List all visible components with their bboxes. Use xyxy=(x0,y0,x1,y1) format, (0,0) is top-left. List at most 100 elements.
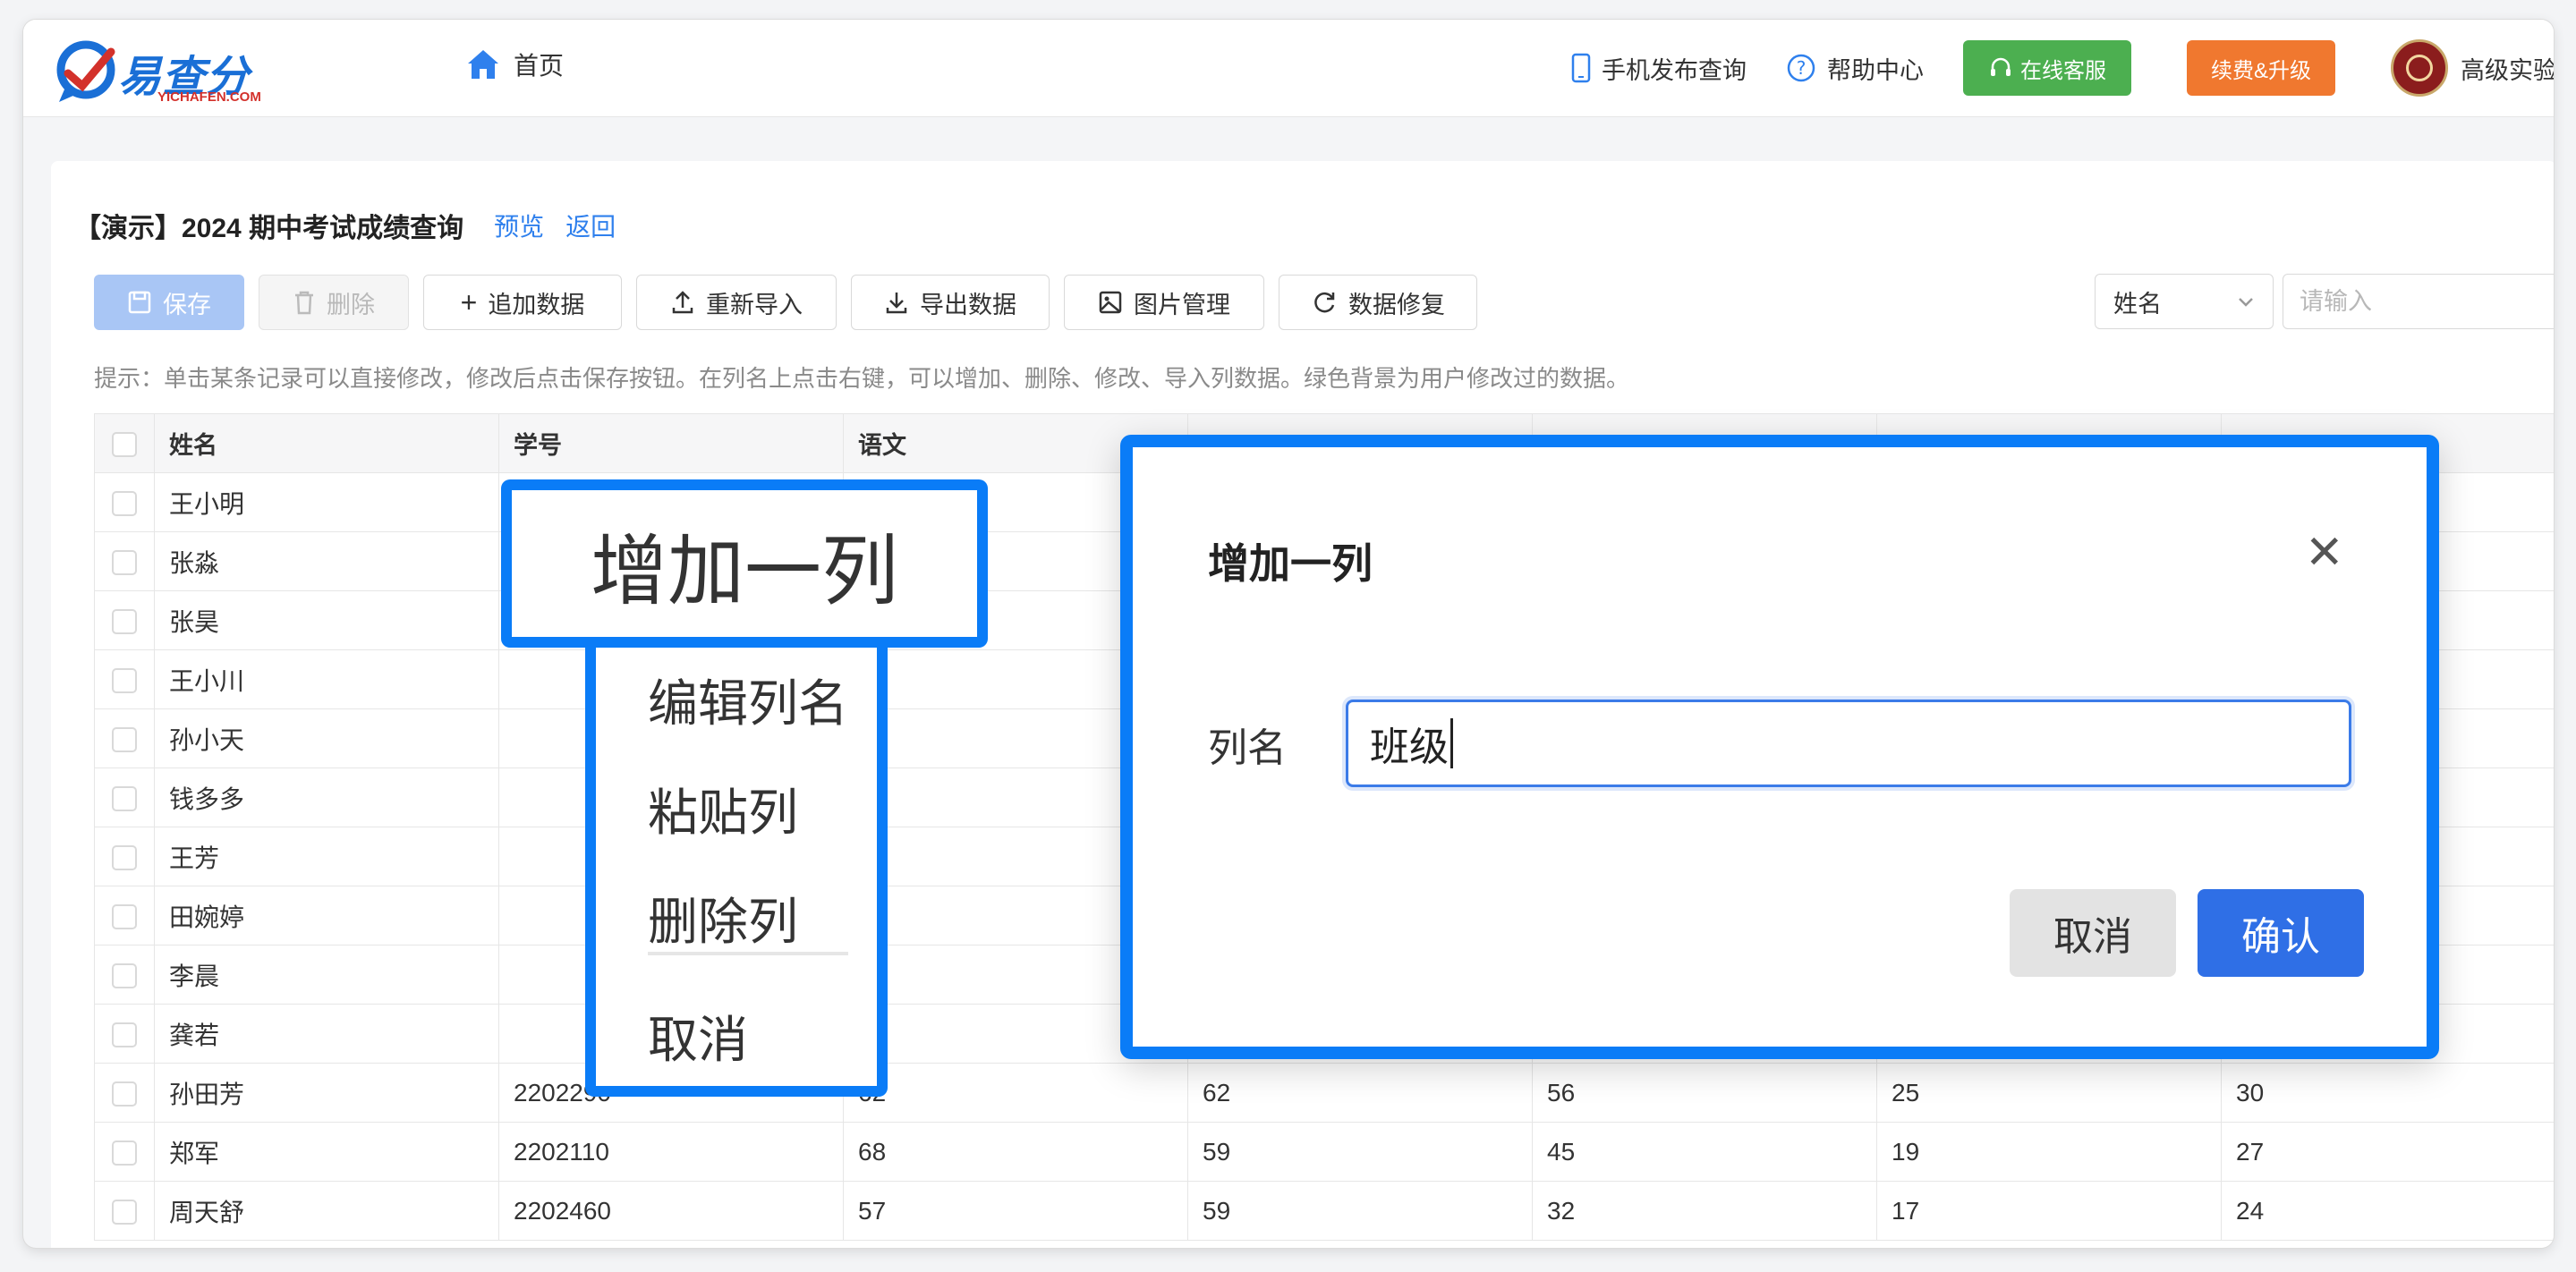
append-data-button[interactable]: + 追加数据 xyxy=(423,275,622,330)
table-cell[interactable]: 李晨 xyxy=(154,945,499,1005)
table-cell[interactable]: 27 xyxy=(2221,1122,2554,1182)
data-repair-button[interactable]: 数据修复 xyxy=(1279,275,1477,330)
row-select-cell xyxy=(94,1181,155,1241)
table-cell[interactable]: 田婉婷 xyxy=(154,886,499,946)
export-data-button[interactable]: 导出数据 xyxy=(851,275,1050,330)
table-cell[interactable]: 王芳 xyxy=(154,827,499,886)
table-cell[interactable]: 张淼 xyxy=(154,531,499,591)
row-checkbox[interactable] xyxy=(112,609,137,635)
table-row[interactable]: 孙田芳22022906262562530 xyxy=(94,1063,2554,1123)
column-header[interactable]: 学号 xyxy=(498,413,844,473)
close-icon[interactable]: ✕ xyxy=(2305,530,2344,576)
menu-item-edit-column[interactable]: 编辑列名 xyxy=(648,664,848,736)
row-select-cell xyxy=(94,708,155,768)
table-cell[interactable]: 57 xyxy=(843,1181,1188,1241)
row-select-cell xyxy=(94,531,155,591)
table-cell[interactable]: 68 xyxy=(843,1122,1188,1182)
table-cell[interactable]: 张昊 xyxy=(154,590,499,650)
text-caret xyxy=(1450,718,1453,768)
reimport-button[interactable]: 重新导入 xyxy=(636,275,837,330)
top-bar: 易查分 YICHAFEN.COM 首页 手机发布查询 ? 帮助中心 在线客服 续… xyxy=(23,20,2554,117)
preview-link[interactable]: 预览 xyxy=(494,208,544,243)
help-center-link[interactable]: ? 帮助中心 xyxy=(1786,51,1924,86)
row-checkbox[interactable] xyxy=(112,550,137,576)
site-logo[interactable]: 易查分 YICHAFEN.COM xyxy=(55,36,261,107)
row-checkbox[interactable] xyxy=(112,727,137,753)
table-cell[interactable]: 19 xyxy=(1876,1122,2222,1182)
row-checkbox[interactable] xyxy=(112,904,137,930)
renew-upgrade-label: 续费&升级 xyxy=(2210,58,2311,83)
row-checkbox[interactable] xyxy=(112,1141,137,1166)
table-cell[interactable]: 30 xyxy=(2221,1063,2554,1123)
home-icon xyxy=(468,50,498,79)
row-select-cell xyxy=(94,1122,155,1182)
table-cell[interactable]: 56 xyxy=(1532,1063,1877,1123)
table-cell[interactable]: 周天舒 xyxy=(154,1181,499,1241)
select-all-cell xyxy=(94,413,155,473)
online-service-button[interactable]: 在线客服 xyxy=(1963,40,2131,96)
search-field-select[interactable]: 姓名 xyxy=(2095,274,2274,329)
table-cell[interactable]: 孙田芳 xyxy=(154,1063,499,1123)
nav-home[interactable]: 首页 xyxy=(465,47,564,82)
table-cell[interactable]: 2202110 xyxy=(498,1122,844,1182)
table-cell[interactable]: 17 xyxy=(1876,1181,2222,1241)
confirm-button[interactable]: 确认 xyxy=(2198,889,2364,977)
table-cell[interactable]: 45 xyxy=(1532,1122,1877,1182)
table-row[interactable]: 郑军 2202110 68 59 45 19 27 xyxy=(94,1122,2554,1182)
table-cell[interactable]: 32 xyxy=(1532,1181,1877,1241)
column-header[interactable]: 姓名 xyxy=(154,413,499,473)
search-input[interactable] xyxy=(2283,274,2554,329)
table-cell[interactable]: 2202460 xyxy=(498,1181,844,1241)
header-actions: 手机发布查询 ? 帮助中心 在线客服 续费&升级 高级实验 xyxy=(1571,20,2554,116)
mobile-publish-link[interactable]: 手机发布查询 xyxy=(1571,51,1747,86)
reimport-label: 重新导入 xyxy=(706,291,803,318)
user-menu[interactable]: 高级实验中 xyxy=(2391,39,2554,97)
image-manage-button[interactable]: 图片管理 xyxy=(1064,275,1264,330)
image-manage-label: 图片管理 xyxy=(1134,291,1230,318)
phone-icon xyxy=(1571,53,1591,83)
row-checkbox[interactable] xyxy=(112,1022,137,1048)
table-cell[interactable]: 郑军 xyxy=(154,1122,499,1182)
row-checkbox[interactable] xyxy=(112,845,137,871)
column-name-value: 班级 xyxy=(1370,725,1449,769)
menu-item-delete-column[interactable]: 删除列 xyxy=(648,882,798,954)
table-cell[interactable]: 62 xyxy=(843,1063,1188,1123)
confirm-label: 确认 xyxy=(2241,915,2320,959)
avatar xyxy=(2391,39,2448,97)
headset-icon xyxy=(1991,57,2011,76)
save-label: 保存 xyxy=(163,291,211,318)
upload-icon xyxy=(672,291,693,314)
table-cell[interactable]: 王小明 xyxy=(154,472,499,532)
delete-button[interactable]: 删除 xyxy=(259,275,409,330)
table-cell[interactable]: 钱多多 xyxy=(154,767,499,827)
row-checkbox[interactable] xyxy=(112,1200,137,1225)
back-link[interactable]: 返回 xyxy=(565,208,616,243)
table-cell[interactable]: 25 xyxy=(1876,1063,2222,1123)
renew-upgrade-button[interactable]: 续费&升级 xyxy=(2187,40,2335,96)
table-cell[interactable]: 62 xyxy=(1187,1063,1533,1123)
row-checkbox[interactable] xyxy=(112,668,137,694)
row-checkbox[interactable] xyxy=(112,963,137,989)
menu-item-paste-column[interactable]: 粘贴列 xyxy=(648,773,798,845)
menu-item-cancel[interactable]: 取消 xyxy=(648,1000,748,1073)
row-checkbox[interactable] xyxy=(112,786,137,812)
user-name: 高级实验中 xyxy=(2461,56,2554,84)
row-checkbox[interactable] xyxy=(112,1081,137,1107)
column-name-input[interactable]: 班级 xyxy=(1346,700,2351,787)
table-cell[interactable]: 59 xyxy=(1187,1122,1533,1182)
help-center-label: 帮助中心 xyxy=(1827,56,1924,84)
table-cell[interactable]: 王小川 xyxy=(154,649,499,709)
table-cell[interactable]: 龚若 xyxy=(154,1004,499,1064)
menu-item-add-column[interactable]: 增加一列 xyxy=(501,479,988,648)
table-cell[interactable]: 24 xyxy=(2221,1181,2554,1241)
save-button[interactable]: 保存 xyxy=(94,275,244,330)
cancel-button[interactable]: 取消 xyxy=(2010,889,2176,977)
table-cell[interactable]: 59 xyxy=(1187,1181,1533,1241)
cancel-label: 取消 xyxy=(2053,915,2132,959)
select-all-checkbox[interactable] xyxy=(112,431,137,457)
nav-home-label: 首页 xyxy=(514,52,565,80)
table-cell[interactable]: 孙小天 xyxy=(154,708,499,768)
row-checkbox[interactable] xyxy=(112,491,137,517)
table-row[interactable]: 周天舒 2202460 57 59 32 17 24 xyxy=(94,1181,2554,1241)
page-title: 【演示】2024 期中考试成绩查询 xyxy=(74,214,464,243)
